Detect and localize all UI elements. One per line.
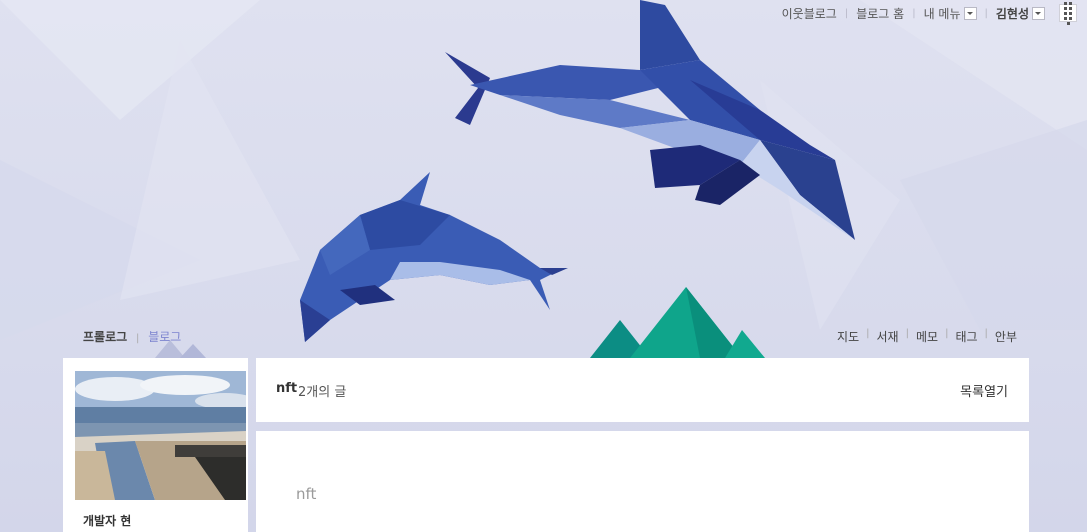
tab-prologue[interactable]: 프롤로그 — [83, 330, 127, 344]
separator: | — [945, 328, 949, 339]
top-navigation: 이웃블로그 | 블로그 홈 | 내 메뉴 | 김현성 — [782, 1, 1077, 25]
category-name: nft — [276, 381, 298, 396]
separator: | — [866, 328, 870, 339]
blog-home-link[interactable]: 블로그 홈 — [856, 5, 904, 22]
tab-library[interactable]: 서재 — [877, 328, 899, 345]
my-menu-link[interactable]: 내 메뉴 — [924, 5, 961, 22]
tab-guestbook[interactable]: 안부 — [995, 328, 1017, 345]
tab-tag[interactable]: 태그 — [955, 328, 977, 345]
tab-blog[interactable]: 블로그 — [148, 330, 181, 344]
post-count: 2개의 글 — [298, 385, 347, 400]
profile-photo[interactable] — [75, 371, 246, 500]
separator: | — [905, 328, 909, 339]
profile-panel: 개발자 현 — [63, 358, 248, 532]
tab-map[interactable]: 지도 — [837, 328, 859, 345]
user-name-link[interactable]: 김현성 — [996, 5, 1029, 22]
open-list-button[interactable]: 목록열기 — [960, 381, 1008, 400]
separator: | — [984, 328, 988, 339]
category-list-bar: nft 2개의 글 목록열기 — [256, 358, 1029, 422]
chevron-down-icon[interactable] — [963, 6, 977, 20]
neighbor-blog-link[interactable]: 이웃블로그 — [782, 5, 837, 22]
separator: | — [844, 7, 849, 19]
blog-view-tabs: 프롤로그 | 블로그 — [83, 328, 181, 345]
separator: | — [912, 7, 916, 19]
separator: | — [136, 333, 140, 344]
tab-memo[interactable]: 메모 — [916, 328, 938, 345]
separator: | — [984, 7, 988, 19]
blog-menu-tabs: 지도 | 서재 | 메모 | 태그 | 안부 — [837, 328, 1017, 345]
app-grid-icon[interactable] — [1059, 1, 1077, 25]
post-content: nft — [256, 431, 1029, 532]
chevron-down-icon[interactable] — [1032, 6, 1045, 20]
profile-nickname: 개발자 현 — [83, 514, 132, 528]
post-category[interactable]: nft — [296, 485, 316, 503]
